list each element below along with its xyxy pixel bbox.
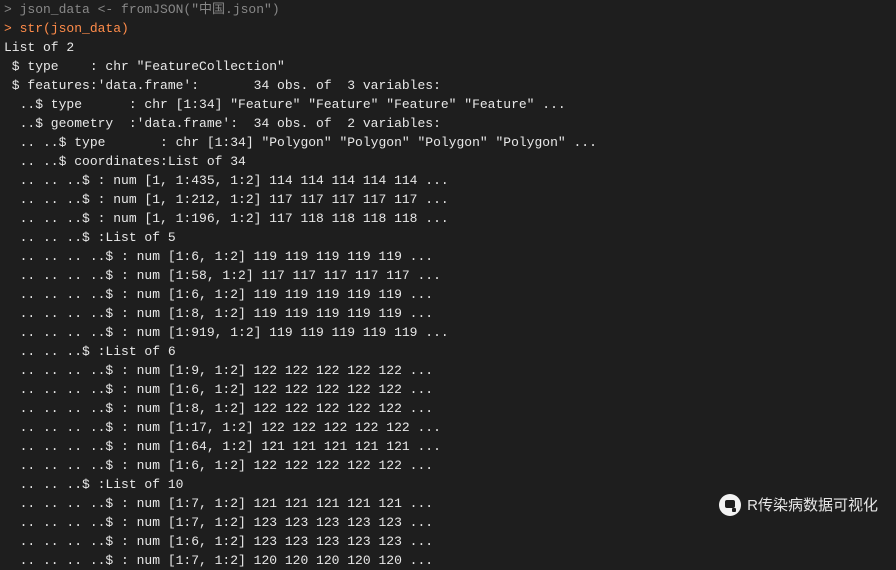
output-line: List of 2 <box>4 38 892 57</box>
output-line: ..$ geometry :'data.frame': 34 obs. of 2… <box>4 114 892 133</box>
watermark: R传染病数据可视化 <box>719 494 878 516</box>
terminal-output[interactable]: > json_data <- fromJSON("中国.json") > str… <box>0 0 896 570</box>
watermark-text: R传染病数据可视化 <box>747 496 878 515</box>
output-line: .. .. .. ..$ : num [1:8, 1:2] 122 122 12… <box>4 399 892 418</box>
output-line: .. .. .. ..$ : num [1:919, 1:2] 119 119 … <box>4 323 892 342</box>
output-container: List of 2 $ type : chr "FeatureCollectio… <box>4 38 892 570</box>
output-line: .. .. .. ..$ : num [1:6, 1:2] 122 122 12… <box>4 380 892 399</box>
output-line: .. .. .. ..$ : num [1:9, 1:2] 122 122 12… <box>4 361 892 380</box>
output-line: .. ..$ type : chr [1:34] "Polygon" "Poly… <box>4 133 892 152</box>
previous-command: > json_data <- fromJSON("中国.json") <box>4 0 892 19</box>
output-line: $ type : chr "FeatureCollection" <box>4 57 892 76</box>
output-line: .. .. ..$ : num [1, 1:212, 1:2] 117 117 … <box>4 190 892 209</box>
output-line: .. .. .. ..$ : num [1:6, 1:2] 119 119 11… <box>4 285 892 304</box>
output-line: .. .. ..$ : num [1, 1:196, 1:2] 117 118 … <box>4 209 892 228</box>
output-line: .. .. ..$ :List of 5 <box>4 228 892 247</box>
output-line: .. .. .. ..$ : num [1:8, 1:2] 119 119 11… <box>4 304 892 323</box>
output-line: .. .. .. ..$ : num [1:17, 1:2] 122 122 1… <box>4 418 892 437</box>
current-command: > str(json_data) <box>4 19 892 38</box>
output-line: .. .. .. ..$ : num [1:64, 1:2] 121 121 1… <box>4 437 892 456</box>
output-line: .. .. .. ..$ : num [1:58, 1:2] 117 117 1… <box>4 266 892 285</box>
output-line: .. .. .. ..$ : num [1:6, 1:2] 123 123 12… <box>4 532 892 551</box>
output-line: .. ..$ coordinates:List of 34 <box>4 152 892 171</box>
output-line: .. .. .. ..$ : num [1:6, 1:2] 119 119 11… <box>4 247 892 266</box>
output-line: .. .. ..$ : num [1, 1:435, 1:2] 114 114 … <box>4 171 892 190</box>
wechat-icon <box>719 494 741 516</box>
output-line: .. .. ..$ :List of 10 <box>4 475 892 494</box>
output-line: $ features:'data.frame': 34 obs. of 3 va… <box>4 76 892 95</box>
output-line: .. .. ..$ :List of 6 <box>4 342 892 361</box>
output-line: .. .. .. ..$ : num [1:6, 1:2] 122 122 12… <box>4 456 892 475</box>
output-line: .. .. .. ..$ : num [1:7, 1:2] 120 120 12… <box>4 551 892 570</box>
output-line: ..$ type : chr [1:34] "Feature" "Feature… <box>4 95 892 114</box>
